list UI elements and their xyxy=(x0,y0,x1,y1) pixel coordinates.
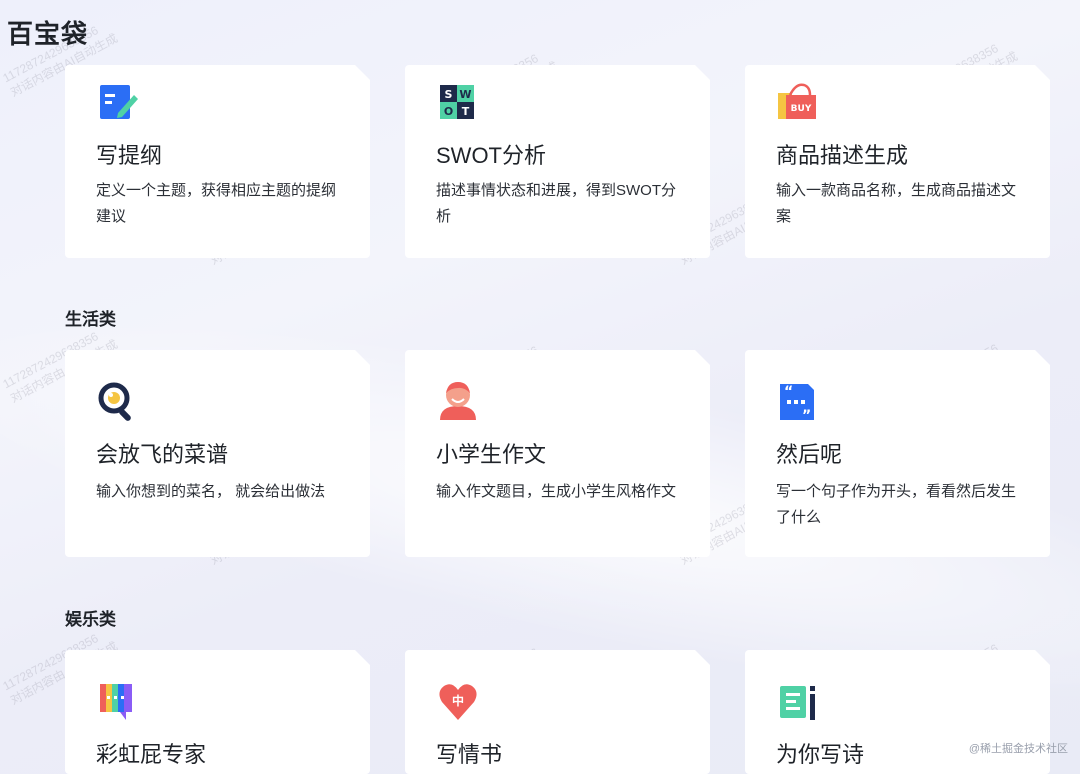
svg-text:“: “ xyxy=(784,384,793,400)
heart-icon: 中 xyxy=(438,682,478,722)
card-title: 然后呢 xyxy=(776,442,843,467)
card-rainbow-flattery[interactable]: 彩虹屁专家 xyxy=(65,650,370,774)
source-tag: @稀土掘金技术社区 xyxy=(968,743,1068,755)
svg-text:T: T xyxy=(462,105,470,118)
page-title: 百宝袋 xyxy=(7,19,89,49)
card-title: 写情书 xyxy=(436,742,503,767)
quote-bubble-icon: “ ” xyxy=(778,382,818,424)
card-outline-writer[interactable]: 写提纲 定义一个主题，获得相应主题的提纲建议 xyxy=(65,65,370,258)
rainbow-chat-icon xyxy=(98,682,138,722)
shopping-bag-icon: BUY xyxy=(778,83,818,123)
svg-text:BUY: BUY xyxy=(791,104,812,114)
card-title: 为你写诗 xyxy=(776,742,865,767)
card-product-description[interactable]: BUY 商品描述生成 输入一款商品名称，生成商品描述文案 xyxy=(745,65,1050,258)
swot-icon: S W O T xyxy=(438,83,478,123)
svg-text:”: ” xyxy=(802,408,811,422)
card-description: 输入一款商品名称，生成商品描述文案 xyxy=(776,182,1017,225)
magnifier-egg-icon xyxy=(98,382,138,422)
card-title: 商品描述生成 xyxy=(776,143,909,168)
svg-text:O: O xyxy=(444,105,453,118)
card-description: 输入作文题目，生成小学生风格作文 xyxy=(436,483,677,500)
card-swot-analysis[interactable]: S W O T SWOT分析 描述事情状态和进展，得到SWOT分析 xyxy=(405,65,710,258)
card-love-letter[interactable]: 中 写情书 xyxy=(405,650,710,774)
section-title-life: 生活类 xyxy=(65,310,116,329)
section-title-entertainment: 娱乐类 xyxy=(65,610,116,629)
svg-text:S: S xyxy=(445,88,453,101)
card-title: 写提纲 xyxy=(96,143,163,168)
student-avatar-icon xyxy=(438,380,478,420)
edit-doc-icon xyxy=(98,83,138,123)
poem-pen-icon xyxy=(778,682,818,722)
card-description: 描述事情状态和进展，得到SWOT分析 xyxy=(436,182,676,225)
card-recipe[interactable]: 会放飞的菜谱 输入你想到的菜名， 就会给出做法 xyxy=(65,350,370,557)
card-description: 定义一个主题，获得相应主题的提纲建议 xyxy=(96,182,337,225)
card-description: 写一个句子作为开头，看看然后发生了什么 xyxy=(776,483,1017,526)
card-what-next[interactable]: “ ” 然后呢 写一个句子作为开头，看看然后发生了什么 xyxy=(745,350,1050,557)
svg-text:中: 中 xyxy=(452,693,464,708)
card-title: 小学生作文 xyxy=(436,442,547,467)
card-title: 会放飞的菜谱 xyxy=(96,442,229,467)
card-title: SWOT分析 xyxy=(436,143,546,168)
card-student-essay[interactable]: 小学生作文 输入作文题目，生成小学生风格作文 xyxy=(405,350,710,557)
card-title: 彩虹屁专家 xyxy=(96,742,207,767)
svg-text:W: W xyxy=(459,88,471,101)
card-description: 输入你想到的菜名， 就会给出做法 xyxy=(96,483,326,500)
